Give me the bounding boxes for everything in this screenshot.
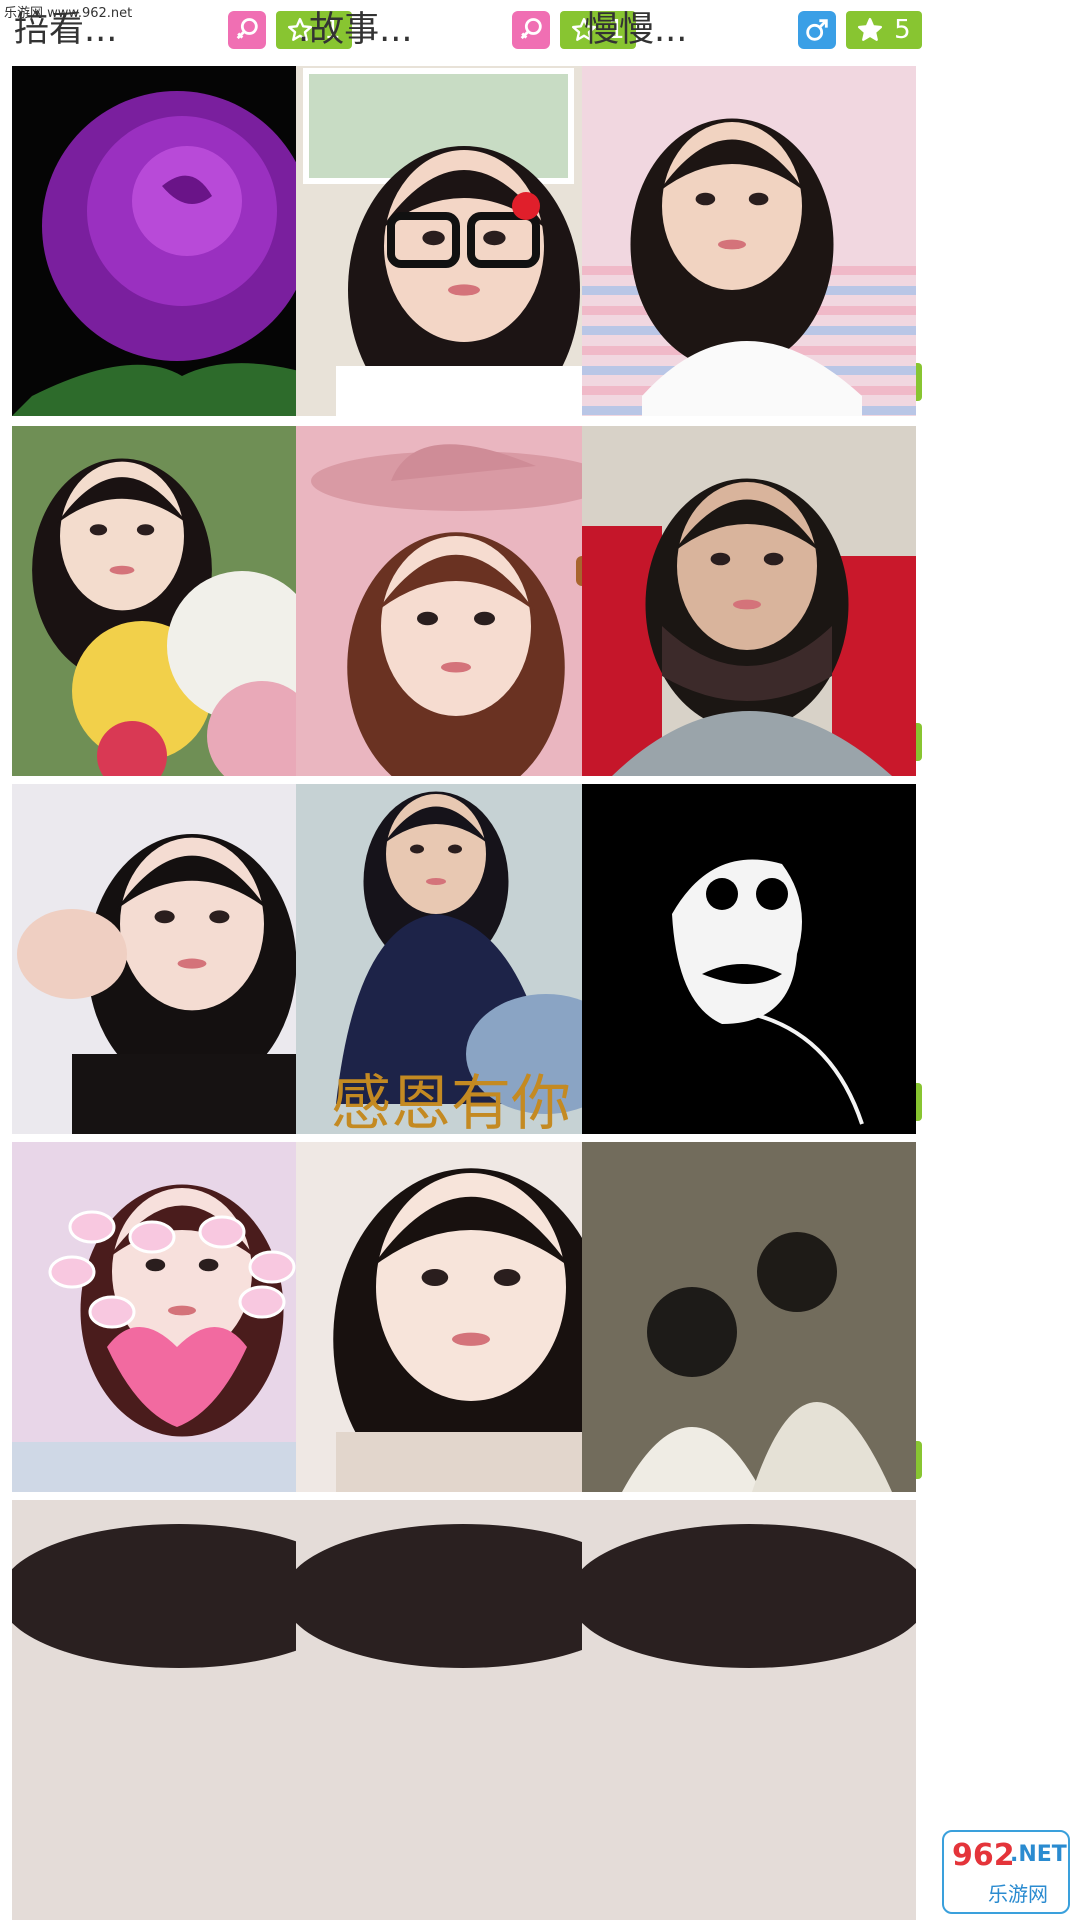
man-scarf-photo <box>582 426 916 776</box>
male-symbol-icon <box>806 19 828 41</box>
user-name: 慢慢... <box>584 10 688 50</box>
gender-badge <box>512 11 550 49</box>
man-album-cover-photo: 感恩有你 <box>296 784 630 1134</box>
album-cover-text: 感恩有你 <box>331 1069 571 1134</box>
couple-sepia-photo <box>582 1142 916 1492</box>
girl-glasses-photo <box>296 66 630 416</box>
star-filled-icon <box>858 17 883 41</box>
user-name: .故事... <box>298 10 413 50</box>
female-symbol-icon <box>520 18 542 40</box>
user-photo[interactable]: 感恩有你 <box>296 784 630 1134</box>
user-photo[interactable] <box>582 1142 916 1492</box>
level-badge: 5 <box>846 11 922 49</box>
silhouette-sunglasses-photo <box>582 784 916 1134</box>
girl-hat-photo <box>296 426 630 776</box>
user-photo[interactable] <box>296 66 630 416</box>
level-number: 5 <box>894 15 911 45</box>
watermark-logo: 962 .NET 乐游网 <box>942 1830 1070 1914</box>
user-card-info[interactable]: 慢慢... 5 <box>584 0 922 60</box>
logo-number: 962 <box>952 1838 1015 1873</box>
user-photo[interactable] <box>582 426 916 776</box>
user-photo[interactable] <box>296 1500 630 1920</box>
logo-net: .NET <box>1010 1842 1067 1867</box>
user-meta-row: 掊看... 1 .故事... 1 慢慢... 5 <box>0 0 1080 60</box>
user-photo[interactable] <box>296 1142 630 1492</box>
user-photo[interactable] <box>582 784 916 1134</box>
female-symbol-icon <box>236 18 258 40</box>
user-photo[interactable] <box>296 426 630 776</box>
partial-photo <box>296 1500 630 1920</box>
user-photo[interactable] <box>582 66 916 416</box>
partial-photo <box>582 1500 916 1920</box>
user-photo[interactable] <box>582 1500 916 1920</box>
logo-chinese: 乐游网 <box>988 1882 1048 1906</box>
gender-badge <box>798 11 836 49</box>
girl-closeup-photo <box>296 1142 630 1492</box>
user-name: 掊看... <box>14 10 118 50</box>
gender-badge <box>228 11 266 49</box>
woman-bed-photo <box>582 66 916 416</box>
